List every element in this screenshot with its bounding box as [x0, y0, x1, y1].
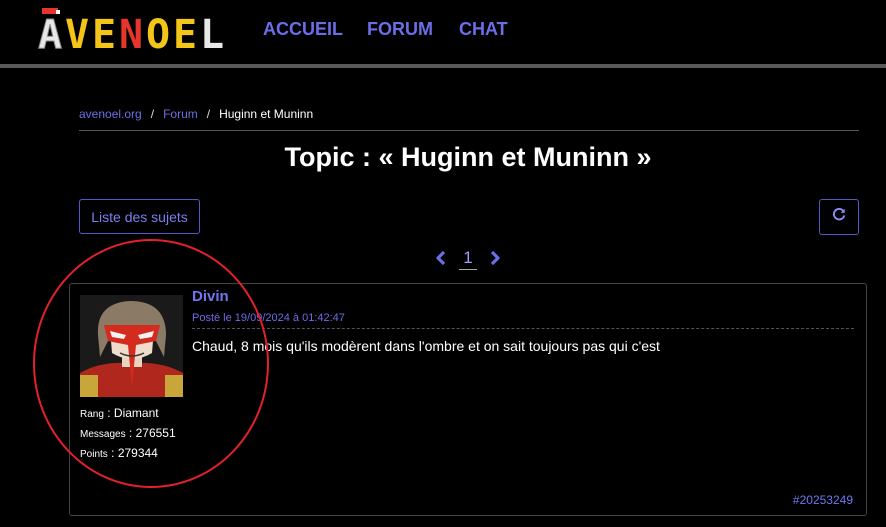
post-id-link[interactable]: #20253249 — [793, 493, 853, 507]
page-number[interactable]: 1 — [459, 248, 477, 270]
chevron-left-icon[interactable] — [432, 249, 450, 267]
points-value: 279344 — [117, 446, 158, 460]
site-header: A V E N O E L ACCUEIL FORUM CHAT — [0, 0, 886, 64]
post-author[interactable]: Divin — [192, 288, 229, 305]
user-stats: Rang : Diamant Messages : 276551 Points … — [80, 406, 176, 460]
post-divider — [192, 328, 854, 329]
breadcrumb: avenoel.org / Forum / Huginn et Muninn — [79, 107, 313, 121]
svg-text:A: A — [38, 12, 62, 52]
breadcrumb-separator: / — [150, 107, 155, 121]
svg-text:L: L — [200, 12, 224, 52]
breadcrumb-home[interactable]: avenoel.org — [79, 107, 142, 121]
topic-list-button[interactable]: Liste des sujets — [79, 199, 200, 234]
breadcrumb-separator: / — [206, 107, 211, 121]
svg-text:N: N — [119, 12, 143, 52]
forum-post: Rang : Diamant Messages : 276551 Points … — [69, 283, 867, 516]
messages-value: 276551 — [135, 426, 176, 440]
chevron-right-icon[interactable] — [486, 249, 504, 267]
post-date[interactable]: Posté le 19/09/2024 à 01:42:47 — [192, 312, 345, 324]
nav-forum[interactable]: FORUM — [367, 19, 433, 40]
site-logo[interactable]: A V E N O E L — [38, 8, 240, 52]
header-divider — [0, 64, 886, 68]
page-title: Topic : « Huginn et Muninn » — [284, 142, 652, 172]
nav-chat[interactable]: CHAT — [459, 19, 508, 40]
breadcrumb-forum[interactable]: Forum — [163, 107, 198, 121]
rank-label: Rang — [80, 409, 104, 420]
rank-value: Diamant — [113, 406, 159, 420]
svg-text:V: V — [65, 12, 89, 52]
post-body: Chaud, 8 mois qu'ils modèrent dans l'omb… — [192, 338, 660, 354]
svg-text:O: O — [146, 12, 170, 52]
svg-text:E: E — [92, 12, 116, 52]
messages-label: Messages — [80, 429, 126, 440]
breadcrumb-current: Huginn et Muninn — [219, 107, 314, 121]
refresh-icon — [832, 207, 846, 227]
breadcrumb-divider — [79, 130, 859, 131]
points-label: Points — [80, 449, 108, 460]
avatar[interactable] — [80, 295, 183, 397]
refresh-button[interactable] — [819, 199, 859, 235]
nav-accueil[interactable]: ACCUEIL — [263, 19, 343, 40]
svg-text:E: E — [173, 12, 197, 52]
